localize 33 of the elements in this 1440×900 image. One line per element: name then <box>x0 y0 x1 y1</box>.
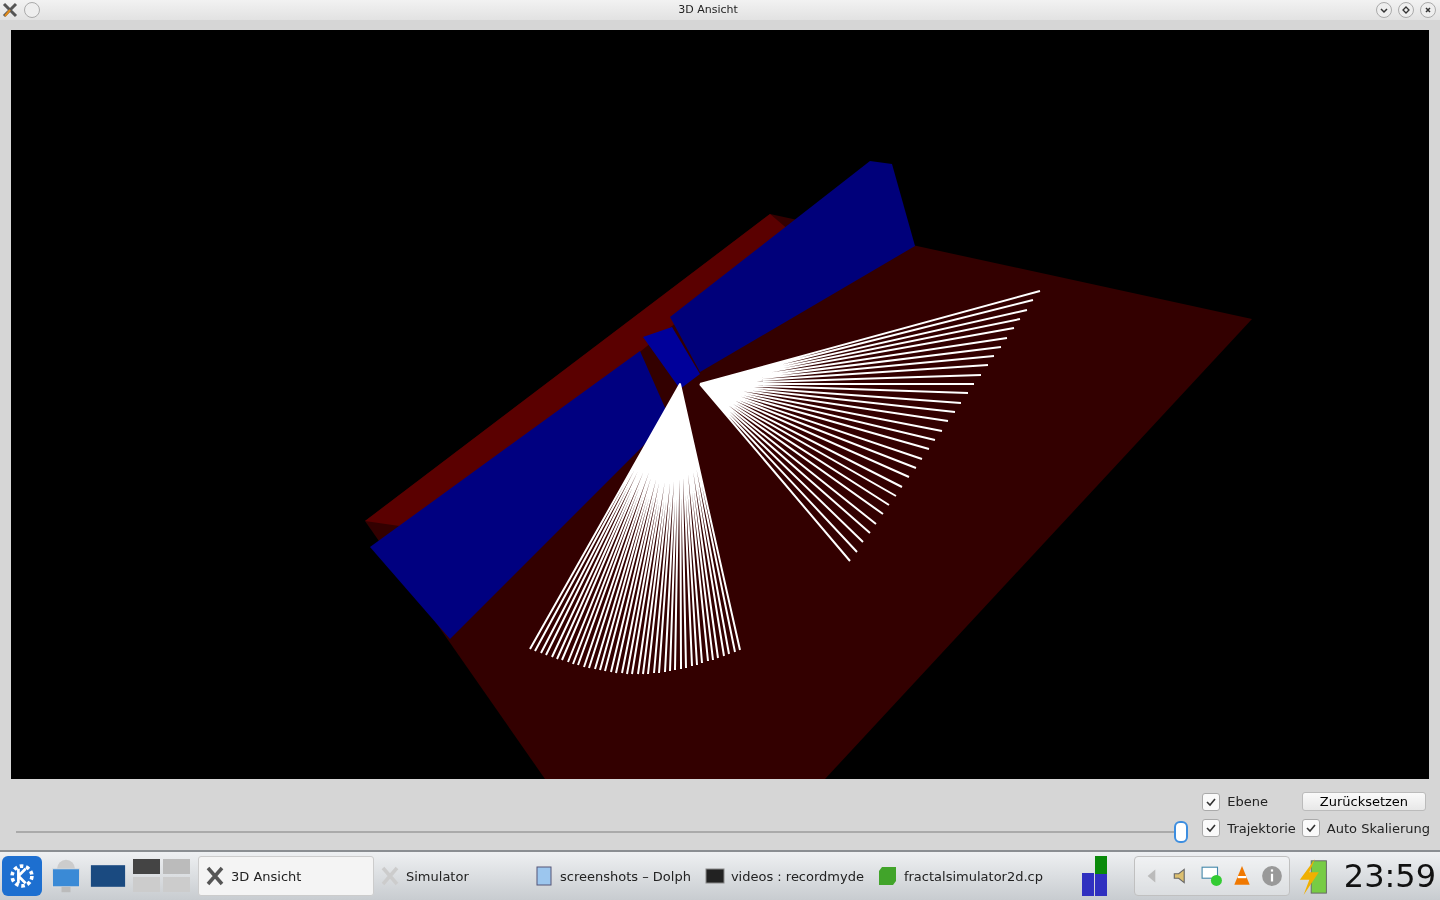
taskbar-task[interactable]: 3D Ansicht <box>198 856 374 897</box>
checkbox[interactable] <box>1301 819 1320 838</box>
checkbox[interactable] <box>1202 819 1221 838</box>
taskbar-task[interactable]: fractalsimulator2d.cp <box>871 856 1051 897</box>
taskbar-task[interactable]: screenshots – Dolph <box>528 856 699 897</box>
x-logo-icon <box>380 866 400 887</box>
taskbar-task[interactable]: Simulator <box>374 856 528 897</box>
diamond-icon <box>1401 4 1411 15</box>
clock[interactable]: 23:59 <box>1339 857 1440 896</box>
document-icon <box>534 866 554 887</box>
app-launcher-icon[interactable] <box>2 856 42 897</box>
app-tile-icon <box>877 866 898 887</box>
cpu-meter-icon <box>1081 856 1108 897</box>
close-button[interactable] <box>1420 1 1436 18</box>
terminal-icon <box>704 866 725 887</box>
info-icon[interactable] <box>1260 865 1283 888</box>
reset-button[interactable]: Zurücksetzen <box>1301 792 1426 812</box>
desktop-pager[interactable] <box>132 858 192 895</box>
checkbox-label: Ebene <box>1227 794 1269 810</box>
window-title: 3D Ansicht <box>677 3 739 17</box>
close-icon <box>1423 4 1433 15</box>
slider-thumb[interactable] <box>1174 820 1189 843</box>
minimize-button[interactable] <box>1376 1 1392 18</box>
checkbox-label: Trajektorie <box>1227 820 1296 836</box>
x-logo-icon <box>2 1 18 18</box>
taskbar-task[interactable]: videos : recordmyde <box>698 856 872 897</box>
checkbox[interactable] <box>1202 792 1221 811</box>
x-logo-icon <box>205 866 225 887</box>
checkbox-label: Auto Skalierung <box>1326 820 1430 836</box>
maximize-button[interactable] <box>1398 1 1414 18</box>
checkmark-icon <box>1304 822 1317 835</box>
checkmark-icon <box>1205 822 1218 835</box>
chat-bubble-icon[interactable] <box>1200 865 1223 888</box>
